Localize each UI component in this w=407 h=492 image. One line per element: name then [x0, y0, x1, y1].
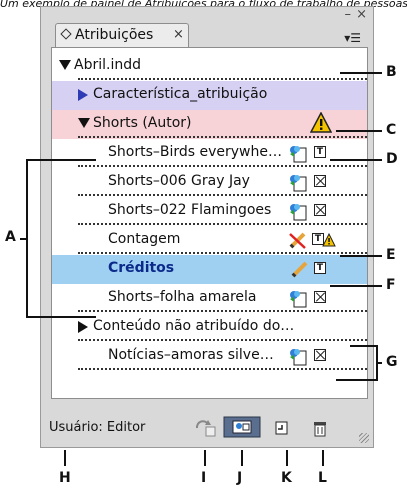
collapse-triangle-icon[interactable] [59, 60, 71, 70]
content-name: Shorts–folha amarela [108, 289, 257, 305]
callout-line-f [330, 285, 382, 287]
callout-line-a-vertical [26, 159, 28, 318]
content-name: Créditos [108, 260, 175, 276]
placeholder-frame-icon [314, 204, 326, 216]
row-divider [78, 252, 367, 254]
tab-expand-icon[interactable] [60, 28, 72, 40]
text-frame-icon: T [314, 146, 326, 158]
callout-line-g-top [350, 345, 376, 347]
linked-story-icon [288, 288, 308, 312]
tab-assignments[interactable]: Atribuições × [55, 23, 189, 47]
placeholder-frame-icon [314, 291, 326, 303]
placeholder-frame-icon [314, 349, 326, 361]
document-row[interactable]: Abril.indd [52, 52, 367, 81]
row-divider [78, 310, 367, 312]
crossed-pencil-icon [288, 230, 308, 254]
callout-f: F [386, 277, 396, 293]
group-name: Conteúdo não atribuído do… [93, 318, 295, 334]
document-name: Abril.indd [74, 57, 141, 73]
content-row[interactable]: Shorts–Birds everywhe… T [52, 139, 367, 168]
callout-line-d [330, 159, 382, 161]
callout-line-k [286, 450, 288, 466]
callout-l: L [318, 470, 327, 486]
assignment-name: Shorts (Autor) [93, 115, 192, 131]
row-divider [78, 165, 367, 167]
update-content-icon[interactable] [193, 419, 217, 437]
linked-story-icon [288, 143, 308, 167]
panel-menu-icon[interactable]: ▾☰ [344, 31, 361, 45]
callout-line-g-bottom [336, 379, 376, 381]
callout-c: C [386, 122, 397, 138]
resize-grip[interactable] [359, 433, 369, 443]
assign-button[interactable] [223, 416, 261, 438]
tab-label: Atribuições [75, 27, 154, 43]
minimize-icon[interactable]: – [345, 8, 352, 21]
content-row[interactable]: Notícias–amoras silve… [52, 342, 367, 371]
content-row[interactable]: Shorts–022 Flamingoes [52, 197, 367, 226]
warning-triangle-icon [309, 111, 333, 138]
callout-i: I [201, 470, 207, 486]
content-row[interactable]: Shorts–folha amarela [52, 284, 367, 313]
callout-line-e [340, 255, 382, 257]
user-label: Usuário: Editor [49, 420, 146, 435]
row-divider [78, 136, 367, 138]
linked-story-icon [288, 201, 308, 225]
content-name: Shorts–Birds everywhe… [108, 144, 282, 160]
placeholder-frame-icon [314, 175, 326, 187]
callout-line-b [340, 72, 382, 74]
callout-line-h [64, 450, 66, 466]
expand-triangle-icon[interactable] [78, 89, 88, 101]
callout-g: G [386, 354, 398, 370]
panel-footer: Usuário: Editor [41, 409, 373, 447]
linked-story-icon [288, 172, 308, 196]
tab-close-icon[interactable]: × [173, 27, 184, 42]
callout-e: E [386, 247, 396, 263]
callout-h: H [59, 470, 71, 486]
pencil-icon [290, 259, 310, 283]
row-divider [78, 194, 367, 196]
callout-k: K [281, 470, 292, 486]
content-row[interactable]: Shorts–006 Gray Jay [52, 168, 367, 197]
callout-d: D [386, 151, 398, 167]
callout-j: J [237, 470, 243, 486]
callout-line-g-stub [376, 362, 382, 364]
assignment-name: Característica_atribuição [93, 86, 268, 102]
content-name: Shorts–006 Gray Jay [108, 173, 250, 189]
callout-line-a-top [26, 159, 96, 161]
expand-triangle-icon[interactable] [78, 321, 88, 333]
content-name: Notícias–amoras silve… [108, 347, 274, 363]
callout-b: B [386, 64, 397, 80]
callout-line-c [336, 130, 382, 132]
assignment-row[interactable]: Característica_atribuição [52, 81, 367, 110]
content-row[interactable]: Contagem T [52, 226, 367, 255]
trash-icon[interactable] [311, 419, 329, 437]
assignment-row[interactable]: Shorts (Autor) [52, 110, 367, 139]
row-divider [78, 339, 367, 341]
linked-story-icon [288, 346, 308, 370]
callout-line-j [241, 450, 243, 466]
callout-a: A [5, 229, 16, 245]
unassigned-group-row[interactable]: Conteúdo não atribuído do… [52, 313, 367, 342]
content-name: Contagem [108, 231, 181, 247]
close-icon[interactable]: × [356, 8, 367, 21]
content-name: Shorts–022 Flamingoes [108, 202, 272, 218]
row-divider [78, 223, 367, 225]
assignments-panel: – × Atribuições × ▾☰ Abril.indd Caracter… [40, 6, 374, 448]
row-divider [78, 78, 367, 80]
callout-line-i [204, 450, 206, 466]
assignments-list: Abril.indd Característica_atribuição Sho… [51, 47, 368, 399]
row-divider [78, 368, 367, 370]
new-assignment-icon[interactable] [273, 419, 291, 437]
callout-line-a-bottom [26, 316, 96, 318]
callout-line-a-stub [20, 238, 26, 240]
warning-triangle-icon [322, 232, 336, 251]
content-row-selected[interactable]: Créditos T [52, 255, 367, 284]
text-frame-icon: T [314, 262, 326, 274]
collapse-triangle-icon[interactable] [78, 118, 90, 128]
callout-line-l [322, 450, 324, 466]
